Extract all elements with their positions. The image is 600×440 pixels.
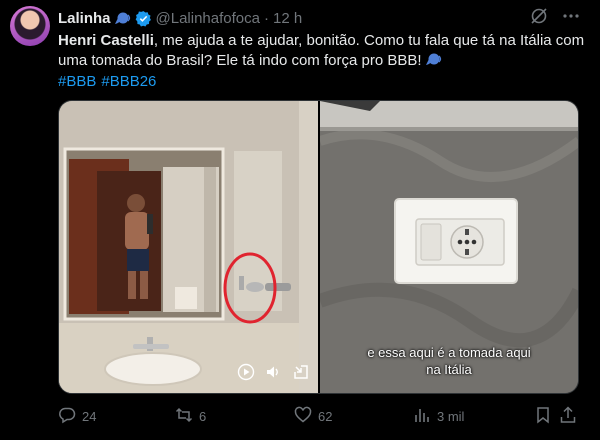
repost-button[interactable]: 6 xyxy=(175,406,206,427)
like-icon xyxy=(294,406,312,427)
bathroom-scene xyxy=(59,101,318,393)
video-caption: e essa aqui é a tomada aqui na Itália xyxy=(320,344,578,378)
reply-icon xyxy=(58,406,76,427)
tweet-text: Henri Castelli, me ajuda a te ajudar, bo… xyxy=(58,31,586,73)
reply-button[interactable]: 24 xyxy=(58,406,96,427)
volume-icon[interactable] xyxy=(265,364,281,380)
separator-dot: · xyxy=(263,9,269,27)
repost-count: 6 xyxy=(199,408,207,424)
post-time[interactable]: 12 h xyxy=(273,10,302,27)
share-button[interactable] xyxy=(559,405,577,427)
verified-badge-icon xyxy=(135,10,152,27)
outlet-video[interactable]: e essa aqui é a tomada aqui na Itália xyxy=(320,101,578,393)
hashtag-link[interactable]: #BBB xyxy=(58,73,96,90)
caption-line-2: na Itália xyxy=(426,362,472,377)
views-count: 3 mil xyxy=(437,408,465,424)
bookmark-button[interactable] xyxy=(534,406,552,427)
speech-bubble-icon xyxy=(425,52,443,73)
play-icon[interactable] xyxy=(237,363,255,381)
speech-bubble-icon xyxy=(114,11,132,26)
bookmark-icon xyxy=(534,406,552,427)
more-icon[interactable] xyxy=(562,7,580,29)
media-grid: e essa aqui é a tomada aqui na Itália xyxy=(58,100,579,394)
like-count: 62 xyxy=(318,408,333,424)
caption-line-1: e essa aqui é a tomada aqui xyxy=(367,345,531,360)
bathroom-video[interactable] xyxy=(59,101,318,393)
like-button[interactable]: 62 xyxy=(294,406,332,427)
author-handle[interactable]: @Lalinhafofoca xyxy=(156,10,260,27)
views-icon xyxy=(413,406,431,427)
repost-icon xyxy=(175,406,193,427)
mentioned-name: Henri Castelli xyxy=(58,32,154,49)
avatar[interactable] xyxy=(10,6,50,46)
action-bar: 24 6 62 3 mil xyxy=(58,405,580,427)
hashtag-row: #BBB #BBB26 xyxy=(58,72,161,92)
reply-count: 24 xyxy=(82,408,97,424)
share-icon xyxy=(559,405,577,427)
grok-icon[interactable] xyxy=(530,7,548,29)
hashtag-link[interactable]: #BBB26 xyxy=(101,73,156,90)
exit-fullscreen-icon[interactable] xyxy=(293,364,309,380)
author-name[interactable]: Lalinha xyxy=(58,10,111,27)
tweet-header: Lalinha @Lalinhafofoca · 12 h xyxy=(58,8,580,28)
views-button[interactable]: 3 mil xyxy=(413,406,464,427)
